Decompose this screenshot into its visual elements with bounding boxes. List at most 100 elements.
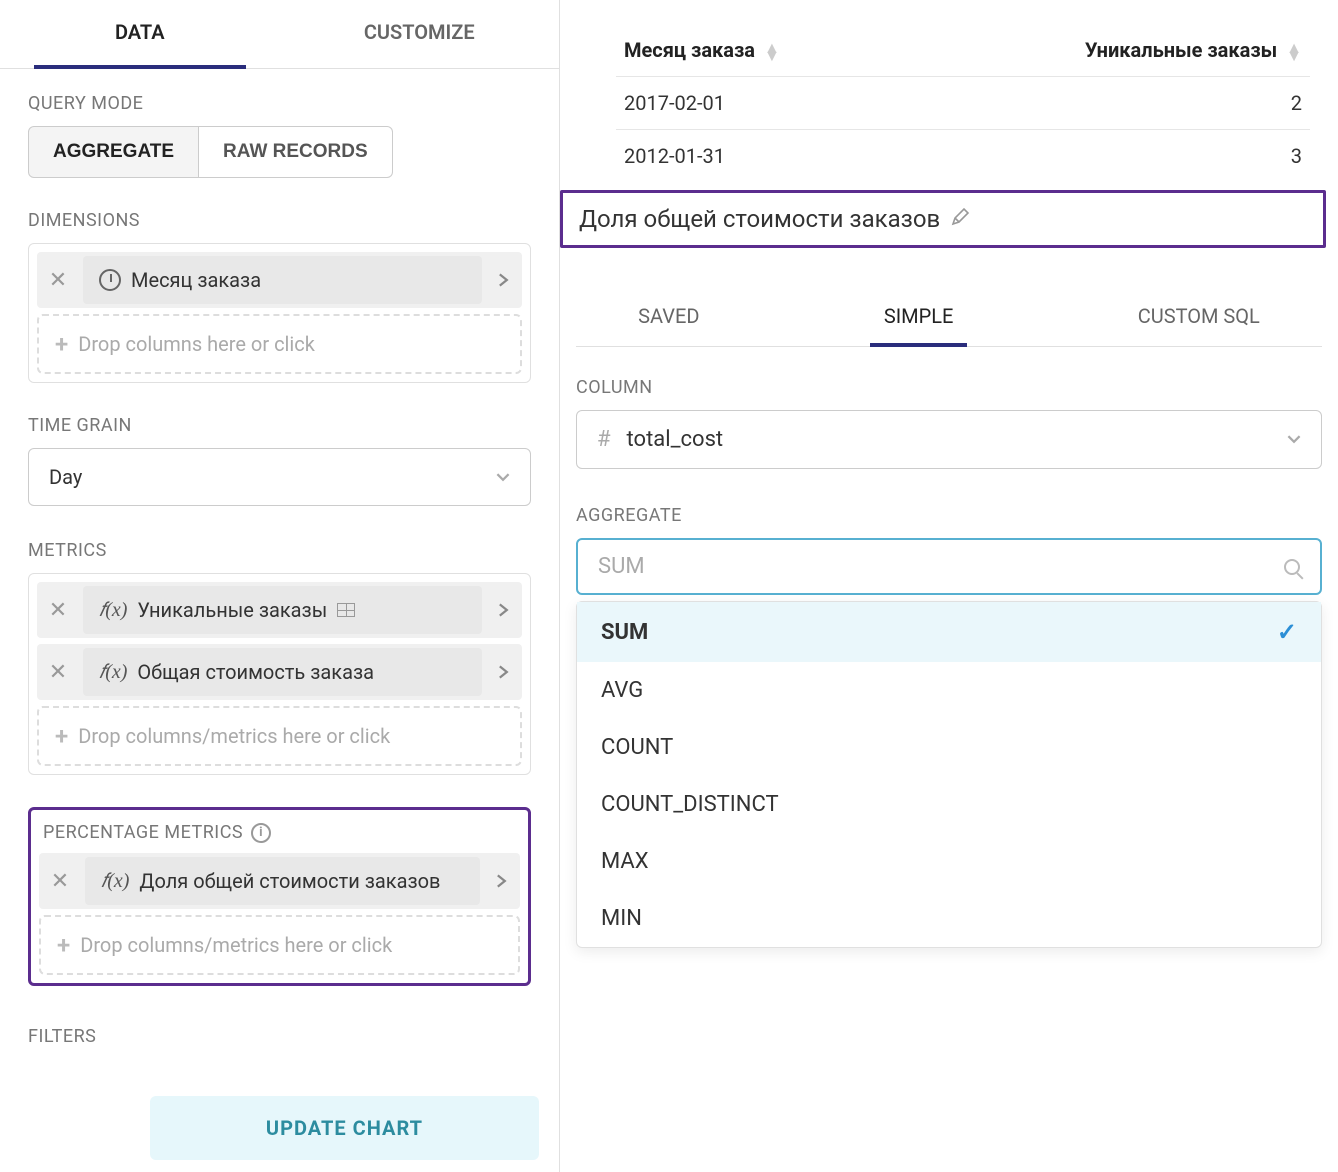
option-text: COUNT_DISTINCT <box>601 792 779 817</box>
dimension-chip-content[interactable]: Месяц заказа <box>83 256 482 304</box>
tab-simple[interactable]: SIMPLE <box>876 288 962 346</box>
fx-icon: 𝑓(x) <box>101 870 129 893</box>
chevron-right-icon[interactable] <box>486 665 522 679</box>
metric-name: Уникальные заказы <box>137 598 327 622</box>
column-value: total_cost <box>627 427 1271 452</box>
chevron-right-icon[interactable] <box>486 603 522 617</box>
option-text: MIN <box>601 906 642 931</box>
tab-customize[interactable]: CUSTOMIZE <box>280 0 560 68</box>
aggregate-label: AGGREGATE <box>576 505 1322 526</box>
metric-chip-0[interactable]: ✕ 𝑓(x) Уникальные заказы <box>37 582 522 638</box>
close-icon[interactable]: ✕ <box>37 268 79 293</box>
query-mode-label: QUERY MODE <box>28 93 531 114</box>
raw-records-button[interactable]: RAW RECORDS <box>199 126 393 178</box>
plus-icon: + <box>57 931 70 959</box>
aggregate-option-sum[interactable]: SUM ✓ <box>577 602 1321 662</box>
drop-hint: Drop columns/metrics here or click <box>78 724 390 748</box>
aggregate-button[interactable]: AGGREGATE <box>28 126 199 178</box>
table-header-col2[interactable]: Уникальные заказы ▲▼ <box>910 24 1310 77</box>
right-panel: Месяц заказа ▲▼ Уникальные заказы ▲▼ 201… <box>560 0 1338 1172</box>
plus-icon: + <box>55 722 68 750</box>
plus-icon: + <box>55 330 68 358</box>
top-tabs: DATA CUSTOMIZE <box>0 0 559 69</box>
filters-label: FILTERS <box>28 1026 531 1047</box>
pct-metric-chip[interactable]: ✕ 𝑓(x) Доля общей стоимости заказов <box>39 853 520 909</box>
time-grain-select[interactable]: Day <box>28 448 531 506</box>
time-grain-value: Day <box>49 465 82 489</box>
metric-name: Общая стоимость заказа <box>137 660 374 684</box>
aggregate-input[interactable]: SUM <box>576 538 1322 595</box>
pencil-icon[interactable] <box>950 205 970 233</box>
close-icon[interactable]: ✕ <box>39 869 81 894</box>
percentage-metrics-label: PERCENTAGE METRICS i <box>43 822 516 843</box>
cell: 2 <box>910 77 1310 130</box>
dimensions-box: ✕ Месяц заказа + Drop columns here or cl… <box>28 243 531 383</box>
column-select[interactable]: # total_cost <box>576 410 1322 469</box>
table-header-col1[interactable]: Месяц заказа ▲▼ <box>616 24 910 77</box>
aggregate-option-min[interactable]: MIN <box>577 890 1321 947</box>
fx-icon: 𝑓(x) <box>99 661 127 684</box>
option-text: MAX <box>601 849 649 874</box>
pct-metric-content[interactable]: 𝑓(x) Доля общей стоимости заказов <box>85 857 480 905</box>
column-label: COLUMN <box>576 377 1322 398</box>
results-table: Месяц заказа ▲▼ Уникальные заказы ▲▼ 201… <box>616 24 1310 182</box>
tab-custom-sql[interactable]: CUSTOM SQL <box>1130 288 1268 346</box>
info-icon[interactable]: i <box>251 823 271 843</box>
metrics-box: ✕ 𝑓(x) Уникальные заказы ✕ 𝑓(x) Общая ст… <box>28 573 531 775</box>
table-row: 2017-02-01 2 <box>616 77 1310 130</box>
aggregate-option-avg[interactable]: AVG <box>577 662 1321 719</box>
metric-chip-content[interactable]: 𝑓(x) Общая стоимость заказа <box>83 648 482 696</box>
pct-metrics-text: PERCENTAGE METRICS <box>43 822 243 843</box>
drop-hint: Drop columns here or click <box>78 332 315 356</box>
aggregate-option-max[interactable]: MAX <box>577 833 1321 890</box>
pct-metric-name: Доля общей стоимости заказов <box>139 869 440 893</box>
chevron-right-icon[interactable] <box>486 273 522 287</box>
sort-icon: ▲▼ <box>1286 44 1302 60</box>
dimension-name: Месяц заказа <box>131 268 261 292</box>
pct-metrics-dropzone[interactable]: + Drop columns/metrics here or click <box>39 915 520 975</box>
close-icon[interactable]: ✕ <box>37 598 79 623</box>
grid-icon <box>337 603 355 617</box>
cell: 2012-01-31 <box>616 130 910 183</box>
update-chart-button[interactable]: UPDATE CHART <box>150 1096 539 1160</box>
col2-text: Уникальные заказы <box>1085 38 1277 62</box>
aggregate-dropdown: SUM ✓ AVG COUNT COUNT_DISTINCT MAX MIN <box>576 601 1322 948</box>
metric-chip-content[interactable]: 𝑓(x) Уникальные заказы <box>83 586 482 634</box>
aggregate-option-count-distinct[interactable]: COUNT_DISTINCT <box>577 776 1321 833</box>
dimensions-dropzone[interactable]: + Drop columns here or click <box>37 314 522 374</box>
time-grain-label: TIME GRAIN <box>28 415 531 436</box>
tab-data[interactable]: DATA <box>0 0 280 68</box>
aggregate-option-count[interactable]: COUNT <box>577 719 1321 776</box>
chevron-down-icon <box>496 465 510 489</box>
query-mode-group: AGGREGATE RAW RECORDS <box>28 126 531 178</box>
option-text: AVG <box>601 678 643 703</box>
dimensions-label: DIMENSIONS <box>28 210 531 231</box>
tab-saved[interactable]: SAVED <box>630 288 707 346</box>
metrics-dropzone[interactable]: + Drop columns/metrics here or click <box>37 706 522 766</box>
table-row: 2012-01-31 3 <box>616 130 1310 183</box>
dimension-chip[interactable]: ✕ Месяц заказа <box>37 252 522 308</box>
left-panel: DATA CUSTOMIZE QUERY MODE AGGREGATE RAW … <box>0 0 560 1172</box>
metric-editor-title: Доля общей стоимости заказов <box>560 190 1326 248</box>
option-text: COUNT <box>601 735 673 760</box>
cell: 3 <box>910 130 1310 183</box>
chevron-right-icon[interactable] <box>484 874 520 888</box>
fx-icon: 𝑓(x) <box>99 599 127 622</box>
editor-tabs: SAVED SIMPLE CUSTOM SQL <box>576 288 1322 347</box>
check-icon: ✓ <box>1277 618 1297 646</box>
metric-chip-1[interactable]: ✕ 𝑓(x) Общая стоимость заказа <box>37 644 522 700</box>
aggregate-placeholder: SUM <box>598 554 1284 579</box>
metric-title-text: Доля общей стоимости заказов <box>579 205 940 233</box>
config-scroll: QUERY MODE AGGREGATE RAW RECORDS DIMENSI… <box>0 69 559 1096</box>
close-icon[interactable]: ✕ <box>37 660 79 685</box>
sort-icon: ▲▼ <box>764 44 780 60</box>
option-text: SUM <box>601 620 648 645</box>
chevron-down-icon <box>1287 427 1301 452</box>
drop-hint: Drop columns/metrics here or click <box>80 933 392 957</box>
cell: 2017-02-01 <box>616 77 910 130</box>
metrics-label: METRICS <box>28 540 531 561</box>
percentage-metrics-section: PERCENTAGE METRICS i ✕ 𝑓(x) Доля общей с… <box>28 807 531 986</box>
clock-icon <box>99 269 121 291</box>
results-table-area: Месяц заказа ▲▼ Уникальные заказы ▲▼ 201… <box>560 0 1338 190</box>
metric-editor: SAVED SIMPLE CUSTOM SQL COLUMN # total_c… <box>560 248 1338 948</box>
